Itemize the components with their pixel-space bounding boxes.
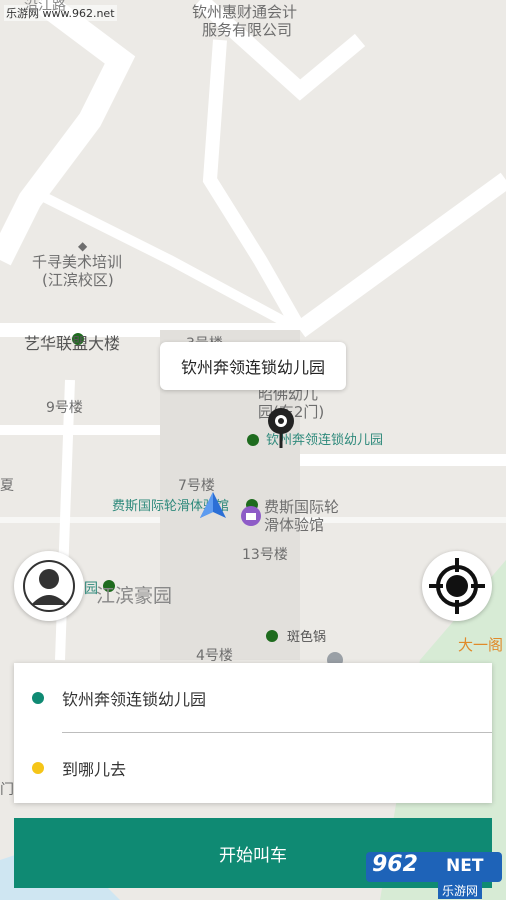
logo-number: 962 [372,852,418,877]
crosshair-icon [429,558,485,614]
map-label-school-1: 千寻美术培训 [32,253,123,271]
map-label-skate-1: 费斯国际轮 [264,498,340,516]
destination-input[interactable]: 到哪儿去 [62,756,126,780]
map-label-garden: 江滨豪园 [96,585,173,607]
map-label-xia: 夏 [0,478,14,494]
poi-dot[interactable] [266,630,278,642]
user-avatar-icon [23,560,75,612]
pickup-row[interactable]: 钦州奔领连锁幼儿园 [14,663,492,733]
logo-subtitle: 乐游网 [438,882,483,899]
user-profile-button[interactable] [14,551,84,621]
map-label-building-left: 艺华联盟大楼 [24,334,121,353]
location-callout[interactable]: 钦州奔领连锁幼儿园 [160,342,346,390]
destination-row[interactable]: 到哪儿去 [14,733,492,803]
map-label-skate-2: 滑体验馆 [264,516,325,534]
map-label-men: 门 [0,782,14,798]
watermark-logo: 962 NET 乐游网 [366,852,502,899]
locate-me-button[interactable] [422,551,492,621]
logo-net: NET [446,856,484,876]
map-label-school-2: (江滨校区) [42,271,114,289]
navigation-arrow-icon [200,492,226,518]
map-label-company-1: 钦州惠财通会计 [192,3,298,21]
map-label-building-13: 13号楼 [242,547,288,563]
poi-dot[interactable] [247,434,259,446]
destination-dot-icon [32,762,44,774]
map-label-building-9: 9号楼 [46,400,83,416]
map-label-banse: 斑色锅 [287,630,327,645]
pickup-dot-icon [32,692,44,704]
shop-icon [241,506,261,526]
map-pin-icon [268,408,294,448]
map-label-company-2: 服务有限公司 [202,21,293,39]
route-panel: 钦州奔领连锁幼儿园 到哪儿去 [14,663,492,803]
pickup-location[interactable]: 钦州奔领连锁幼儿园 [62,686,206,710]
map-label-dayi: 大一阁 [458,636,504,654]
map-label-road: 沿江路 [24,0,66,14]
